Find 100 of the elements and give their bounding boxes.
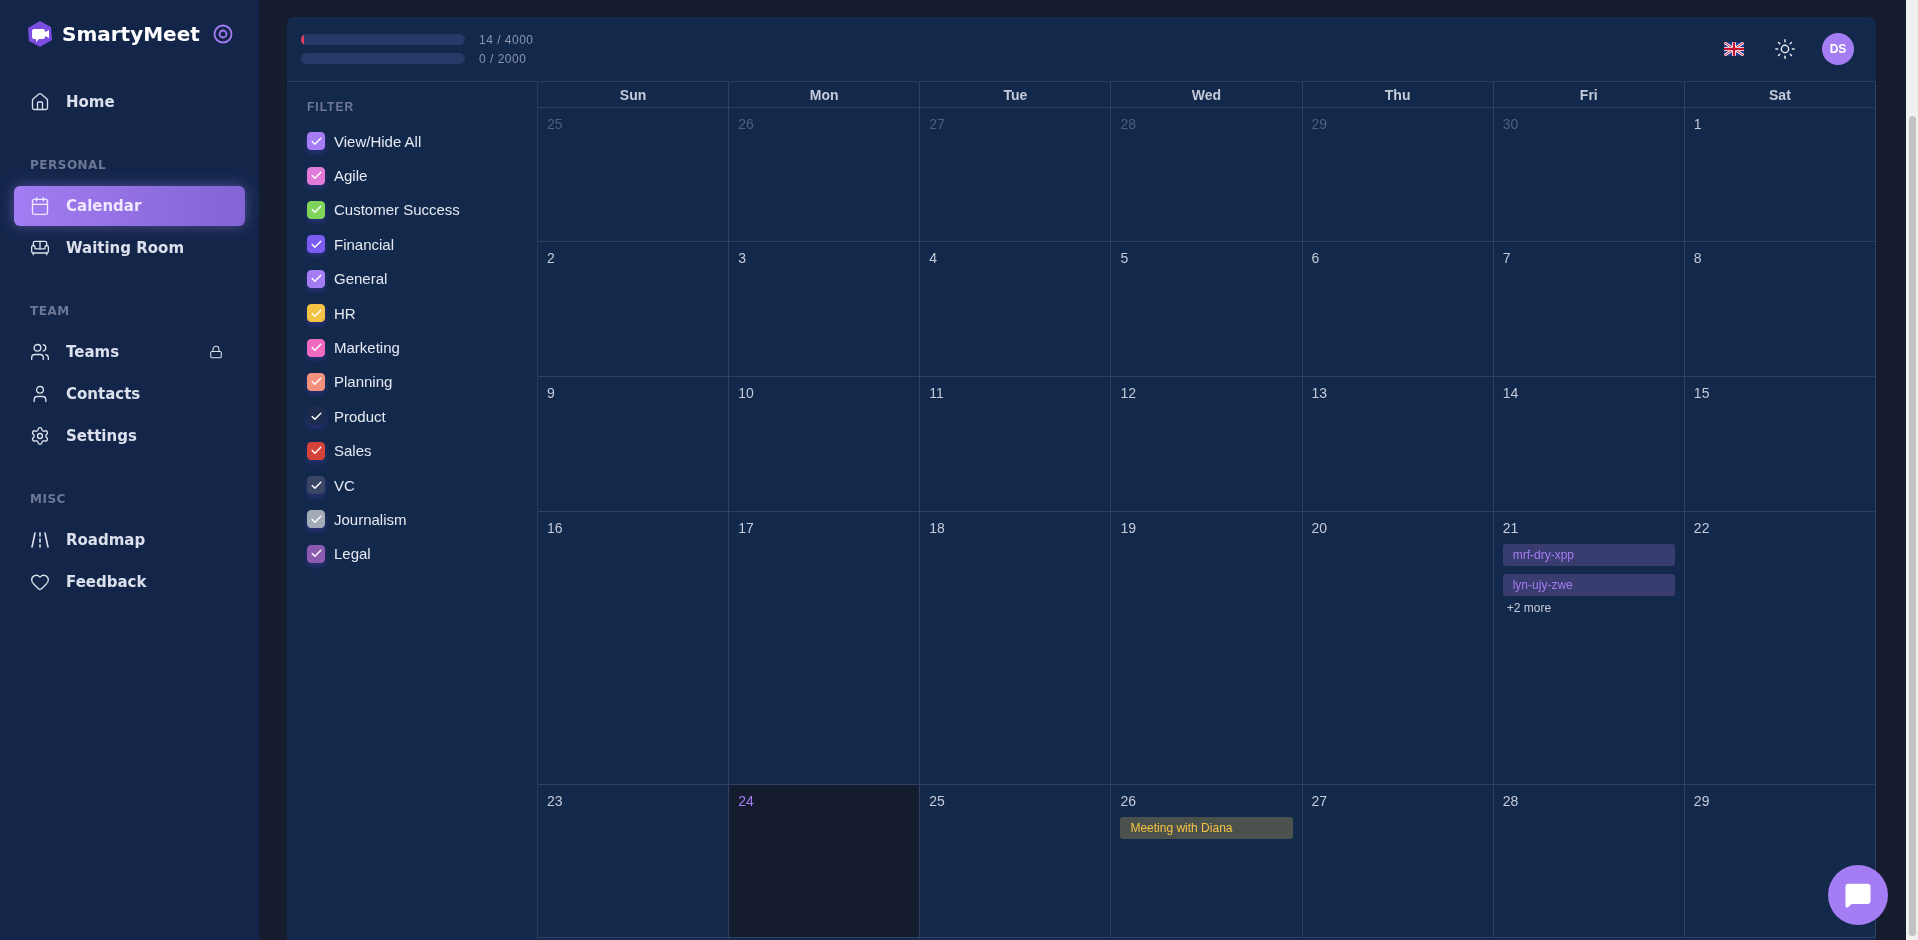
nav-item[interactable]: Roadmap <box>14 520 245 560</box>
weekday-header: Thu <box>1302 82 1494 108</box>
filter-label: HR <box>334 304 356 322</box>
nav-item[interactable]: Settings <box>14 416 245 456</box>
logo-icon <box>26 20 54 48</box>
nav-item[interactable]: Teams <box>14 332 245 372</box>
nav-item[interactable]: Home <box>14 82 245 122</box>
filter-checkbox[interactable] <box>307 544 325 563</box>
day-cell[interactable]: 22 <box>1684 512 1876 785</box>
day-number: 29 <box>1311 116 1328 132</box>
day-cell[interactable]: 10 <box>729 377 921 512</box>
nav-item[interactable]: Waiting Room <box>14 228 245 268</box>
filter-label: Financial <box>334 235 395 253</box>
weekday-header: Mon <box>729 82 921 108</box>
filter-checkbox[interactable] <box>307 235 325 254</box>
day-cell[interactable]: 27 <box>1302 785 1494 938</box>
nav-item[interactable]: Contacts <box>14 374 245 414</box>
day-number: 26 <box>738 116 754 132</box>
day-cell[interactable]: 16 <box>538 512 730 785</box>
day-number: 5 <box>1120 250 1129 266</box>
sofa-icon <box>30 238 50 258</box>
usage-reading: 0 / 2000 <box>479 51 527 66</box>
day-cell[interactable]: 8 <box>1684 242 1876 377</box>
day-cell[interactable]: 24 <box>729 785 921 938</box>
day-cell[interactable]: 11 <box>920 377 1112 512</box>
day-number: 17 <box>738 520 754 536</box>
filter-checkbox[interactable] <box>307 407 325 426</box>
day-number: 10 <box>738 385 754 401</box>
check-icon <box>309 513 323 526</box>
day-number: 18 <box>929 520 945 536</box>
day-number: 27 <box>1311 793 1328 809</box>
day-cell[interactable]: 25 <box>920 785 1112 938</box>
weekday-header: Sat <box>1684 82 1876 108</box>
more-link[interactable]: +2 more <box>1502 601 1552 615</box>
filter-checkbox[interactable] <box>307 338 325 357</box>
day-number: 6 <box>1311 250 1320 266</box>
day-cell[interactable]: 26 Meeting with Diana <box>1111 785 1303 938</box>
day-cell[interactable]: 7 <box>1493 242 1685 377</box>
filter-checkbox[interactable] <box>307 200 325 219</box>
filter-checkbox[interactable] <box>307 166 325 185</box>
filter-heading: FILTER <box>307 100 356 114</box>
day-cell[interactable]: 13 <box>1302 377 1494 512</box>
scrollbar[interactable] <box>1906 0 1918 940</box>
day-number: 7 <box>1502 250 1511 266</box>
filter-checkbox[interactable] <box>307 510 325 529</box>
section-heading: MISC <box>29 492 67 506</box>
day-number: 30 <box>1502 116 1519 132</box>
weekday-header: Tue <box>920 82 1112 108</box>
day-cell[interactable]: 3 <box>729 242 921 377</box>
users-icon <box>30 342 50 362</box>
nav-item[interactable]: Feedback <box>14 562 245 602</box>
section-heading: PERSONAL <box>29 158 108 172</box>
day-cell[interactable]: 4 <box>920 242 1112 377</box>
day-cell[interactable]: 9 <box>538 377 730 512</box>
day-number: 4 <box>929 250 938 266</box>
day-cell[interactable]: 14 <box>1493 377 1685 512</box>
calendar-event[interactable]: Meeting with Diana <box>1120 817 1293 839</box>
calendar-icon <box>30 196 50 216</box>
day-cell[interactable]: 18 <box>920 512 1112 785</box>
filter-label: Marketing <box>334 339 400 357</box>
day-cell[interactable]: 20 <box>1302 512 1494 785</box>
day-number: 8 <box>1693 250 1702 266</box>
day-number: 22 <box>1693 520 1710 536</box>
day-number: 1 <box>1693 116 1702 132</box>
day-cell[interactable]: 1 <box>1684 108 1876 242</box>
filter-checkbox[interactable] <box>307 476 325 495</box>
day-cell[interactable]: 2 <box>538 242 730 377</box>
day-cell[interactable]: 19 <box>1111 512 1303 785</box>
day-number: 2 <box>547 250 555 266</box>
day-cell[interactable]: 21 mrf-dry-xpp lyn-ujy-zwe +2 more <box>1493 512 1685 785</box>
target-icon[interactable] <box>213 24 233 44</box>
filter-label: Sales <box>334 442 372 460</box>
day-number: 26 <box>1120 793 1136 809</box>
day-cell[interactable]: 12 <box>1111 377 1303 512</box>
day-number: 29 <box>1693 793 1710 809</box>
day-cell[interactable]: 5 <box>1111 242 1303 377</box>
settings-icon <box>30 426 50 446</box>
heart-icon <box>30 572 50 592</box>
day-number: 20 <box>1311 520 1328 536</box>
day-number: 9 <box>547 385 555 401</box>
day-cell[interactable]: 6 <box>1302 242 1494 377</box>
day-number: 15 <box>1693 385 1710 401</box>
day-number: 28 <box>1120 116 1136 132</box>
filter-checkbox[interactable] <box>307 372 325 391</box>
day-number: 13 <box>1311 385 1328 401</box>
day-number: 24 <box>738 793 754 809</box>
filter-checkbox[interactable] <box>307 441 325 460</box>
filter-label: VC <box>334 476 355 494</box>
day-cell[interactable]: 28 <box>1493 785 1685 938</box>
day-number: 27 <box>929 116 945 132</box>
day-number: 28 <box>1502 793 1519 809</box>
filter-checkbox[interactable] <box>307 132 325 151</box>
day-number: 14 <box>1502 385 1519 401</box>
day-number: 3 <box>738 250 746 266</box>
day-cell[interactable]: 15 <box>1684 377 1876 512</box>
filter-checkbox[interactable] <box>307 269 325 288</box>
filter-label: Agile <box>334 167 368 185</box>
day-number: 11 <box>929 385 944 401</box>
filter-label: Journalism <box>334 511 407 528</box>
day-number: 23 <box>547 793 563 809</box>
